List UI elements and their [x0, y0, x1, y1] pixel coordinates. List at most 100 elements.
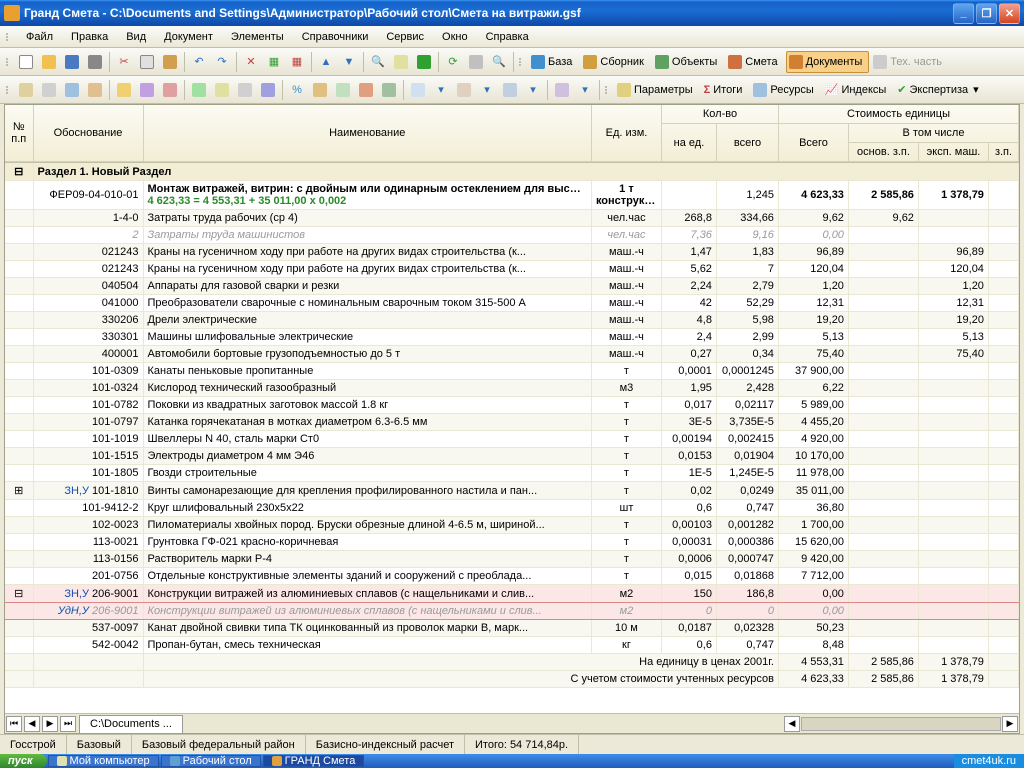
table-row[interactable]: ФЕР09-04-010-01Монтаж витражей, витрин: … — [5, 181, 1019, 210]
undo-icon[interactable]: ↶ — [188, 51, 210, 73]
delete-icon[interactable]: ✕ — [240, 51, 262, 73]
t2-icon2[interactable] — [38, 79, 60, 101]
up-icon[interactable]: ▲ — [315, 51, 337, 73]
t2-icon14[interactable] — [332, 79, 354, 101]
save-icon[interactable] — [61, 51, 83, 73]
menu-help[interactable]: Справка — [478, 29, 537, 45]
menu-file[interactable]: Файл — [18, 29, 61, 45]
table-row[interactable]: 2Затраты труда машинистовчел.час7,369,16… — [5, 227, 1019, 244]
btn-results[interactable]: ΣИтоги — [701, 79, 750, 101]
tab-next[interactable]: ▶ — [42, 716, 58, 732]
col-qty-total[interactable]: всего — [716, 124, 778, 162]
hscroll-right[interactable]: ▶ — [1002, 716, 1018, 732]
table-row[interactable]: 101-1019Швеллеры N 40, сталь марки Ст0т0… — [5, 431, 1019, 448]
section-tech[interactable]: Тех. часть — [870, 51, 949, 73]
col-qty[interactable]: Кол-во — [661, 105, 778, 124]
table-row[interactable]: 101-0309Канаты пеньковые пропитанныет0,0… — [5, 363, 1019, 380]
del-row-icon[interactable]: ▦ — [286, 51, 308, 73]
t2-icon10[interactable] — [234, 79, 256, 101]
search-icon[interactable]: 🔍 — [367, 51, 389, 73]
menu-references[interactable]: Справочники — [294, 29, 377, 45]
t2-icon5[interactable] — [113, 79, 135, 101]
table-row[interactable]: ⊟ЗН,У 206-9001Конструкции витражей из ал… — [5, 585, 1019, 603]
table-row[interactable]: УдН,У 206-9001Конструкции витражей из ал… — [5, 603, 1019, 620]
taskbar-item-2[interactable]: Рабочий стол — [161, 755, 261, 767]
t2-icon22[interactable]: ▾ — [522, 79, 544, 101]
section-objects[interactable]: Объекты — [652, 51, 724, 73]
minimize-button[interactable]: _ — [953, 3, 974, 24]
section-smeta[interactable]: Смета — [725, 51, 784, 73]
hscroll-left[interactable]: ◀ — [784, 716, 800, 732]
table-row[interactable]: 102-0023Пиломатериалы хвойных пород. Бру… — [5, 517, 1019, 534]
tree-icon[interactable] — [465, 51, 487, 73]
refresh-icon[interactable]: ⟳ — [442, 51, 464, 73]
t2-icon1[interactable] — [15, 79, 37, 101]
col-basis[interactable]: Обоснование — [33, 105, 143, 162]
col-unit[interactable]: Ед. изм. — [591, 105, 661, 162]
tab-first[interactable]: ⏮ — [6, 716, 22, 732]
table-row[interactable]: ⊞ЗН,У 101-1810Винты самонарезающие для к… — [5, 482, 1019, 500]
t2-icon9[interactable] — [211, 79, 233, 101]
t2-icon12[interactable]: % — [286, 79, 308, 101]
down-icon[interactable]: ▼ — [338, 51, 360, 73]
col-main-zp[interactable]: основ. з.п. — [849, 143, 919, 162]
add-row-icon[interactable]: ▦ — [263, 51, 285, 73]
table-row[interactable]: 040504Аппараты для газовой сварки и резк… — [5, 278, 1019, 295]
btn-resources[interactable]: Ресурсы — [750, 79, 820, 101]
menu-elements[interactable]: Элементы — [223, 29, 292, 45]
table-row[interactable]: 041000Преобразователи сварочные с номина… — [5, 295, 1019, 312]
section-documents[interactable]: Документы — [786, 51, 870, 73]
menu-document[interactable]: Документ — [156, 29, 221, 45]
col-incl[interactable]: В том числе — [849, 124, 1019, 143]
table-row[interactable]: 542-0042Пропан-бутан, смесь техническаяк… — [5, 637, 1019, 654]
col-cost[interactable]: Стоимость единицы — [779, 105, 1019, 124]
t2-icon3[interactable] — [61, 79, 83, 101]
taskbar-item-1[interactable]: Мой компьютер — [48, 755, 159, 767]
t2-icon23[interactable] — [551, 79, 573, 101]
close-button[interactable]: ✕ — [999, 3, 1020, 24]
col-mach[interactable]: эксп. маш. — [919, 143, 989, 162]
open-icon[interactable] — [38, 51, 60, 73]
t2-icon24[interactable]: ▾ — [574, 79, 596, 101]
t2-icon20[interactable]: ▾ — [476, 79, 498, 101]
btn-indexes[interactable]: 📈Индексы — [822, 79, 894, 101]
col-total[interactable]: Всего — [779, 124, 849, 162]
table-row[interactable]: 330301Машины шлифовальные электрическием… — [5, 329, 1019, 346]
paste-icon[interactable] — [159, 51, 181, 73]
t2-icon21[interactable] — [499, 79, 521, 101]
t2-icon15[interactable] — [355, 79, 377, 101]
menu-window[interactable]: Окно — [434, 29, 476, 45]
zoom-icon[interactable]: 🔍 — [488, 51, 510, 73]
table-row[interactable]: 021243Краны на гусеничном ходу при работ… — [5, 244, 1019, 261]
cut-icon[interactable]: ✂ — [113, 51, 135, 73]
doc-tab[interactable]: C:\Documents ... — [79, 715, 183, 733]
btn-expertise[interactable]: ✔Экспертиза▾ — [894, 79, 985, 101]
t2-icon7[interactable] — [159, 79, 181, 101]
col-npp[interactable]: № п.п — [5, 105, 33, 162]
filter-icon[interactable] — [390, 51, 412, 73]
table-row[interactable]: 201-0756Отдельные конструктивные элемент… — [5, 568, 1019, 585]
menu-edit[interactable]: Правка — [63, 29, 116, 45]
table-row[interactable]: 101-9412-2Круг шлифовальный 230x5x22шт0,… — [5, 500, 1019, 517]
section-row[interactable]: ⊟Раздел 1. Новый Раздел — [5, 163, 1019, 181]
table-row[interactable]: 1-4-0Затраты труда рабочих (ср 4)чел.час… — [5, 210, 1019, 227]
print-icon[interactable] — [84, 51, 106, 73]
table-row[interactable]: 101-0797Катанка горячекатаная в мотках д… — [5, 414, 1019, 431]
taskbar-item-3[interactable]: ГРАНД Смета — [263, 755, 365, 767]
table-row[interactable]: 101-1515Электроды диаметром 4 мм Э46т0,0… — [5, 448, 1019, 465]
new-icon[interactable] — [15, 51, 37, 73]
system-tray[interactable]: cmet4uk.ru — [954, 754, 1024, 768]
table-row[interactable]: 330206Дрели электрическиемаш.-ч4,85,9819… — [5, 312, 1019, 329]
t2-icon18[interactable]: ▾ — [430, 79, 452, 101]
tab-last[interactable]: ⏭ — [60, 716, 76, 732]
maximize-button[interactable]: ❐ — [976, 3, 997, 24]
grid-body[interactable]: ⊟Раздел 1. Новый Раздел ФЕР09-04-010-01М… — [5, 163, 1019, 721]
t2-icon19[interactable] — [453, 79, 475, 101]
section-sbornik[interactable]: Сборник — [580, 51, 651, 73]
t2-icon8[interactable] — [188, 79, 210, 101]
btn-params[interactable]: Параметры — [614, 79, 700, 101]
t2-icon6[interactable] — [136, 79, 158, 101]
table-row[interactable]: 101-1805Гвозди строительныет1E-51,245E-5… — [5, 465, 1019, 482]
copy-icon[interactable] — [136, 51, 158, 73]
table-row[interactable]: 113-0021Грунтовка ГФ-021 красно-коричнев… — [5, 534, 1019, 551]
